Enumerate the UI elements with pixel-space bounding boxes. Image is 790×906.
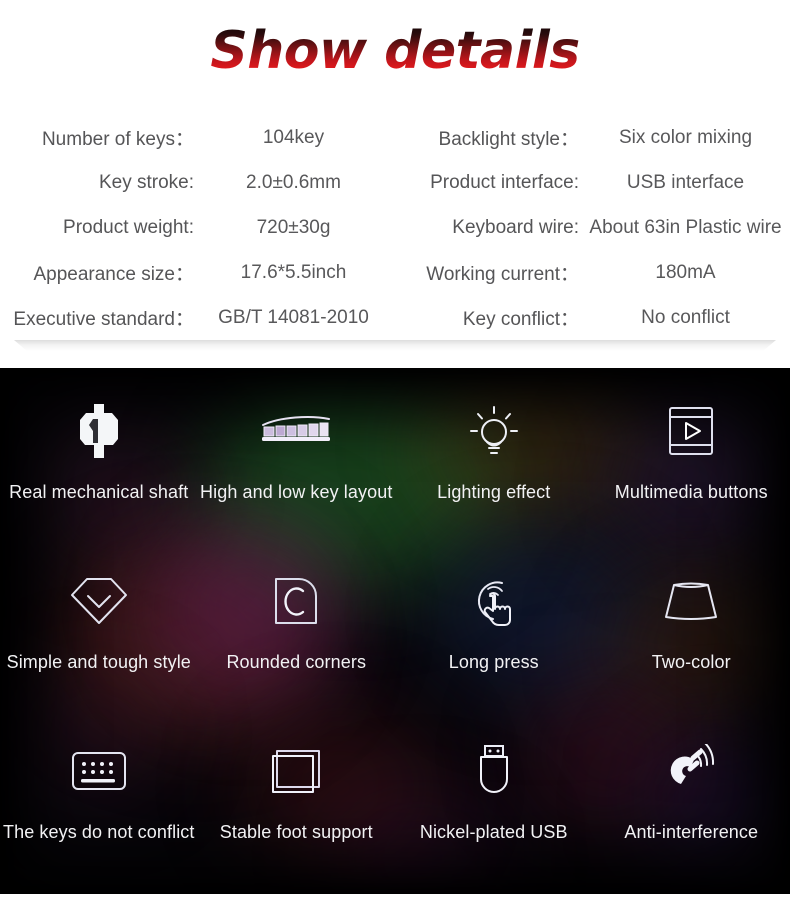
table-row: Product weight: 720±30g Keyboard wire: A… — [0, 205, 790, 250]
page-title: Show details — [204, 25, 585, 83]
feature-item: Simple and tough style — [0, 550, 198, 720]
feature-label: Lighting effect — [437, 482, 551, 502]
spec-label: Key conflict： — [462, 309, 579, 330]
usb-plug-icon — [474, 740, 514, 802]
page-title-area: Show details — [0, 0, 790, 108]
spec-value: 720±30g — [256, 216, 331, 238]
feature-item: Long press — [395, 550, 593, 720]
spec-label: Product interface: — [430, 171, 579, 193]
feature-item: Two-color — [593, 550, 790, 720]
table-row: Appearance size： 17.6*5.5inch Working cu… — [0, 250, 790, 295]
spec-value: 2.0±0.6mm — [246, 171, 341, 193]
feature-label: Rounded corners — [226, 652, 367, 672]
magnet-waves-icon — [663, 740, 719, 802]
feature-label: Nickel-plated USB — [419, 822, 568, 842]
feature-highlights-panel: Real mechanical shaft High and low key l… — [0, 368, 790, 894]
foot-support-icon — [270, 740, 322, 802]
media-player-icon — [667, 400, 715, 462]
rounded-corner-c-icon — [273, 570, 319, 632]
feature-item: Lighting effect — [395, 380, 593, 550]
spec-value: USB interface — [626, 171, 745, 193]
spec-value: Six color mixing — [618, 126, 753, 148]
spec-value: About 63in Plastic wire — [589, 216, 782, 238]
specification-table: Number of keys： 104key Backlight style： … — [0, 115, 790, 340]
feature-label: Long press — [448, 652, 539, 672]
feature-item: Nickel-plated USB — [395, 720, 593, 890]
table-row: Number of keys： 104key Backlight style： … — [0, 115, 790, 160]
spec-value: 17.6*5.5inch — [240, 261, 347, 283]
spec-value: 180mA — [655, 261, 716, 283]
feature-grid: Real mechanical shaft High and low key l… — [0, 368, 790, 890]
feature-label: Stable foot support — [219, 822, 373, 842]
feature-label: Anti-interference — [624, 822, 759, 842]
feature-label: The keys do not conflict — [3, 822, 195, 842]
feature-item: Stable foot support — [198, 720, 396, 890]
spec-label: Executive standard： — [13, 309, 194, 330]
feature-label: Multimedia buttons — [614, 482, 768, 502]
keyboard-icon — [71, 740, 127, 802]
spec-value: GB/T 14081-2010 — [218, 306, 369, 328]
spec-value: No conflict — [641, 306, 730, 328]
spec-label: Working current： — [426, 264, 579, 285]
lightbulb-icon — [467, 400, 521, 462]
product-detail-page: Show details Number of keys： 104key Back… — [0, 0, 790, 906]
feature-item: The keys do not conflict — [0, 720, 198, 890]
touch-hand-icon — [469, 570, 519, 632]
feature-label: Two-color — [651, 652, 731, 672]
spec-label: Keyboard wire: — [452, 216, 579, 238]
feature-item: Multimedia buttons — [593, 380, 790, 550]
table-row: Key stroke: 2.0±0.6mm Product interface:… — [0, 160, 790, 205]
feature-item: High and low key layout — [198, 380, 396, 550]
feature-item: Rounded corners — [198, 550, 396, 720]
mechanical-switch-icon — [76, 400, 122, 462]
spec-label: Backlight style： — [438, 129, 579, 150]
feature-item: Real mechanical shaft — [0, 380, 198, 550]
feature-label: Real mechanical shaft — [9, 482, 189, 502]
spec-label: Number of keys： — [41, 129, 194, 150]
spec-value: 104key — [262, 126, 325, 148]
spec-label: Product weight: — [63, 216, 194, 238]
gem-chevron-icon — [69, 570, 129, 632]
spec-label: Key stroke: — [98, 171, 194, 193]
keyboard-profile-icon — [260, 400, 332, 462]
feature-label: Simple and tough style — [6, 652, 191, 672]
feature-label: High and low key layout — [200, 482, 393, 502]
spec-label: Appearance size： — [33, 264, 194, 285]
bottom-white-strip — [0, 894, 790, 906]
keycap-trapezoid-icon — [660, 570, 722, 632]
feature-item: Anti-interference — [593, 720, 790, 890]
table-row: Executive standard： GB/T 14081-2010 Key … — [0, 295, 790, 340]
